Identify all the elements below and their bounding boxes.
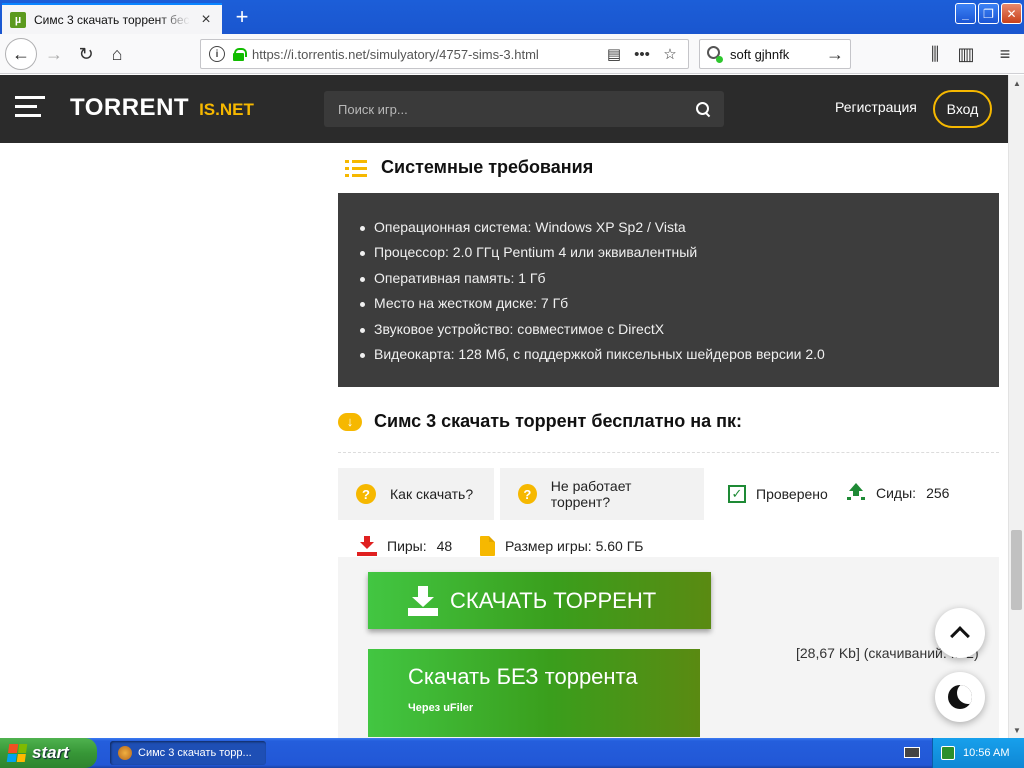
requirement-item: Процессор: 2.0 ГГц Pentium 4 или эквивал… [360, 240, 999, 265]
login-button[interactable]: Вход [933, 90, 992, 128]
size-stat: Размер игры: 5.60 ГБ [480, 536, 643, 556]
requirements-title: Системные требования [381, 157, 594, 177]
site-search-input[interactable]: Поиск игр... [338, 102, 696, 117]
hamburger-menu-icon[interactable] [15, 96, 45, 118]
minimize-button[interactable]: _ [955, 3, 976, 24]
search-go-icon[interactable]: → [826, 44, 844, 65]
download-arrow-icon [357, 536, 377, 556]
torrent-button-label: СКАЧАТЬ ТОРРЕНТ [450, 587, 657, 613]
requirements-box: Операционная система: Windows XP Sp2 / V… [338, 193, 999, 387]
moon-icon [948, 685, 972, 709]
navigation-toolbar: ← → ↻ ⌂ i https://i.torrentis.net/simuly… [0, 34, 1024, 74]
page-scrollbar[interactable]: ▲ ▼ [1008, 75, 1024, 738]
scroll-up-arrow-icon[interactable]: ▲ [1009, 75, 1024, 91]
upload-arrow-icon [846, 483, 866, 503]
close-window-button[interactable]: ✕ [1001, 3, 1022, 24]
system-tray: 10:56 AM [932, 738, 1024, 768]
verified-status: ✓ Проверено [728, 485, 828, 503]
network-icon[interactable] [941, 746, 955, 760]
verified-label: Проверено [756, 486, 828, 502]
scroll-to-top-button[interactable] [935, 608, 985, 658]
scroll-down-arrow-icon[interactable]: ▼ [1009, 722, 1024, 738]
peers-stat: Пиры: 48 [357, 536, 452, 556]
site-logo[interactable]: TORRENT IS.NET [70, 94, 254, 122]
seeds-stat: Сиды: 256 [846, 483, 949, 503]
taskbar-firefox-item[interactable]: Симс 3 скачать торр... [110, 741, 266, 765]
peers-value: 48 [436, 538, 453, 554]
clock: 10:56 AM [963, 747, 1010, 759]
tab-close-icon[interactable]: × [198, 11, 214, 29]
logo-sub-text: IS.NET [199, 100, 254, 119]
start-button[interactable]: start [0, 738, 97, 768]
search-icon[interactable] [696, 102, 710, 116]
sidebar-icon[interactable]: ▥ [954, 42, 978, 66]
bookmark-star-icon[interactable]: ☆ [660, 45, 680, 63]
home-button[interactable]: ⌂ [105, 42, 129, 66]
url-text[interactable]: https://i.torrentis.net/simulyatory/4757… [252, 47, 596, 62]
size-label: Размер игры: 5.60 ГБ [505, 538, 644, 554]
download-title: Симс 3 скачать торрент бесплатно на пк: [374, 411, 743, 431]
list-icon [345, 159, 367, 177]
requirement-item: Операционная система: Windows XP Sp2 / V… [360, 215, 999, 240]
search-bar[interactable]: soft gjhnfk → [699, 39, 851, 69]
logo-main-text: TORRENT [70, 94, 190, 121]
taskbar: start Симс 3 скачать торр... 10:56 AM [0, 738, 1024, 768]
requirement-item: Место на жестком диске: 7 Гб [360, 291, 999, 316]
requirement-item: Видеокарта: 128 Мб, с поддержкой пиксель… [360, 342, 999, 367]
seeds-value: 256 [926, 485, 950, 501]
checkbox-check-icon: ✓ [728, 485, 746, 503]
menu-icon[interactable]: ≡ [993, 42, 1017, 66]
info-icon[interactable]: i [209, 46, 225, 62]
site-search-field[interactable]: Поиск игр... [324, 91, 724, 127]
divider [338, 452, 999, 453]
direct-button-label: Скачать БЕЗ торрента [408, 664, 638, 689]
search-engine-icon[interactable] [706, 45, 724, 63]
peers-label: Пиры: [387, 538, 427, 554]
seeds-label: Сиды: [876, 485, 917, 501]
windows-logo-icon [6, 744, 28, 762]
firefox-icon [118, 746, 132, 760]
how-to-label: Как скачать? [390, 486, 474, 502]
utorrent-favicon-icon: µ [10, 11, 26, 28]
requirement-item: Звуковое устройство: совместимое с Direc… [360, 317, 999, 342]
download-torrent-button[interactable]: СКАЧАТЬ ТОРРЕНТ [368, 572, 711, 629]
requirement-item: Оперативная память: 1 Гб [360, 266, 999, 291]
requirements-heading: Системные требования [345, 157, 593, 178]
torrent-not-working-button[interactable]: ? Не работает торрент? [500, 468, 704, 520]
browser-tab[interactable]: µ Симс 3 скачать торрент бесплатно на пк… [2, 3, 222, 34]
question-icon: ? [518, 484, 537, 504]
how-to-download-button[interactable]: ? Как скачать? [338, 468, 494, 520]
browser-title-bar: µ Симс 3 скачать торрент бесплатно на пк… [0, 0, 1024, 34]
library-icon[interactable]: ⫼ [923, 42, 947, 66]
chevron-up-icon [950, 626, 970, 646]
not-working-label: Не работает торрент? [550, 478, 632, 510]
window-controls: _ ❐ ✕ [955, 3, 1022, 24]
start-label: start [32, 743, 69, 762]
file-icon [480, 536, 495, 556]
download-icon [408, 585, 438, 616]
site-header: TORRENT IS.NET Поиск игр... Регистрация … [0, 75, 1008, 143]
download-heading: Симс 3 скачать торрент бесплатно на пк: [338, 411, 742, 432]
tab-title: Симс 3 скачать торрент бесплатно на пк [34, 12, 190, 27]
back-button[interactable]: ← [5, 38, 37, 70]
scrollbar-thumb[interactable] [1011, 530, 1022, 610]
search-input[interactable]: soft gjhnfk [730, 47, 820, 62]
dark-mode-toggle[interactable] [935, 672, 985, 722]
page-actions-icon[interactable]: ••• [632, 46, 652, 63]
task-item-label: Симс 3 скачать торр... [138, 747, 252, 759]
reader-view-icon[interactable]: ▤ [604, 45, 624, 63]
direct-button-sublabel: Через uFiler [408, 702, 474, 714]
new-tab-button[interactable]: + [228, 4, 256, 30]
cloud-download-icon [338, 412, 362, 431]
forward-button[interactable]: → [42, 42, 66, 66]
register-link[interactable]: Регистрация [835, 99, 917, 115]
reload-button[interactable]: ↻ [74, 42, 98, 66]
question-icon: ? [356, 484, 376, 504]
restore-button[interactable]: ❐ [978, 3, 999, 24]
url-bar[interactable]: i https://i.torrentis.net/simulyatory/47… [200, 39, 689, 69]
keyboard-icon[interactable] [904, 747, 920, 758]
download-direct-button[interactable]: Скачать БЕЗ торрента Через uFiler [368, 649, 700, 737]
page-viewport: TORRENT IS.NET Поиск игр... Регистрация … [0, 75, 1008, 738]
lock-icon [233, 47, 247, 61]
